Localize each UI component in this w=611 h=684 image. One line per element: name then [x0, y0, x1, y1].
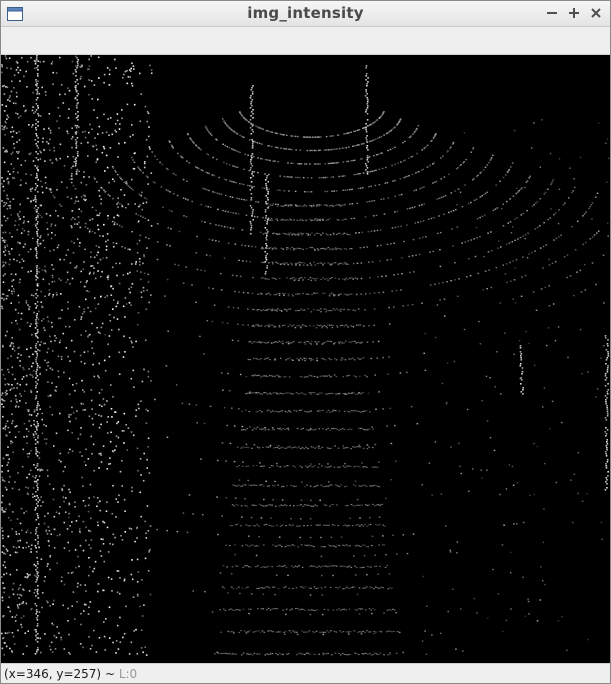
close-button[interactable]	[586, 3, 606, 23]
title-bar[interactable]: img_intensity	[1, 1, 610, 27]
close-icon	[590, 7, 602, 19]
image-canvas	[1, 55, 610, 656]
window-title: img_intensity	[247, 4, 364, 22]
status-separator: ~	[101, 667, 119, 681]
intensity-image[interactable]	[1, 55, 610, 663]
maximize-button[interactable]	[564, 3, 584, 23]
app-window: img_intensity (x=346, y=257) ~ L:0	[0, 0, 611, 684]
status-bar: (x=346, y=257) ~ L:0	[1, 663, 610, 683]
cursor-coordinates: (x=346, y=257)	[4, 667, 102, 681]
maximize-icon	[568, 7, 580, 19]
minimize-icon	[546, 7, 558, 19]
minimize-button[interactable]	[542, 3, 562, 23]
toolbar	[1, 27, 610, 55]
pyramid-level: L:0	[118, 667, 138, 681]
